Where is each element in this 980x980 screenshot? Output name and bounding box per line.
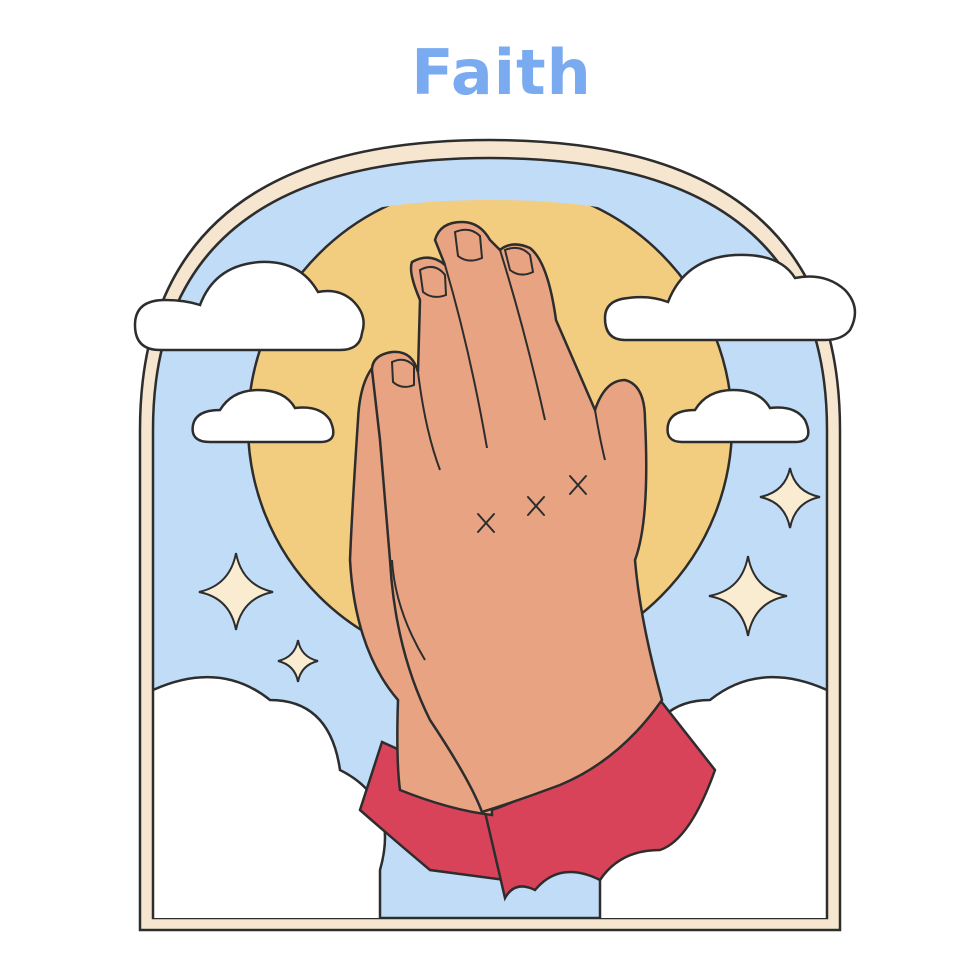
fingernail-1 [390, 358, 415, 388]
fingernail-2 [418, 265, 448, 298]
fingernail-3 [453, 228, 484, 262]
faith-illustration [133, 138, 857, 932]
